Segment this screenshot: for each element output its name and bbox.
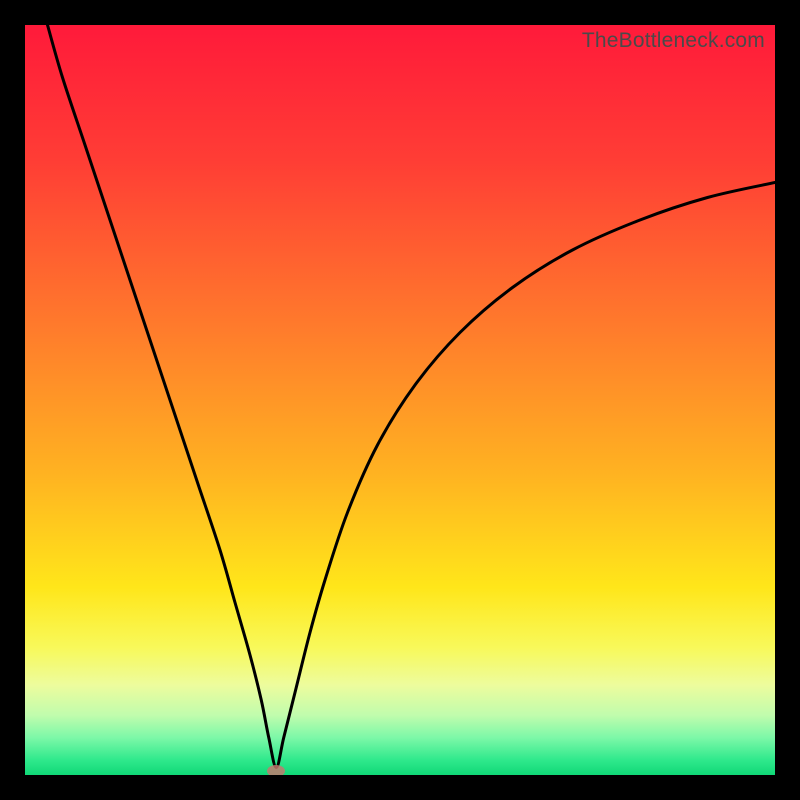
- watermark-text: TheBottleneck.com: [582, 29, 765, 53]
- optimal-point-marker: [267, 765, 285, 775]
- gradient-background: [25, 25, 775, 775]
- plot-area: TheBottleneck.com: [25, 25, 775, 775]
- chart-svg: [25, 25, 775, 775]
- outer-frame: TheBottleneck.com: [0, 0, 800, 800]
- bottleneck-curve: [48, 25, 776, 768]
